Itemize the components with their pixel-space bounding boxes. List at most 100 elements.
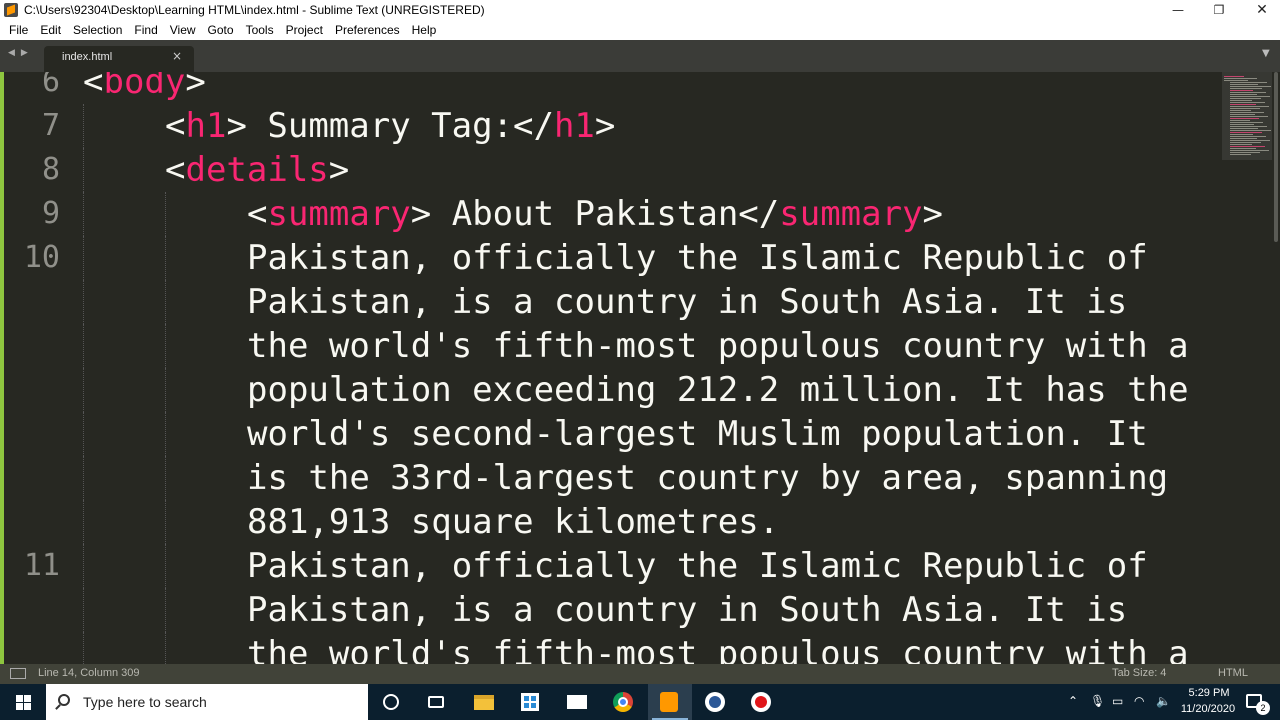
menu-bar: File Edit Selection Find View Goto Tools Projec…	[0, 20, 1280, 40]
tag-name-token: details	[185, 150, 329, 190]
indent-guide	[83, 192, 84, 236]
taskbar-search[interactable]: Type here to search	[46, 684, 368, 720]
tag-name-token: summary	[779, 194, 923, 234]
indent-guide	[165, 500, 166, 544]
minimap-line	[1224, 78, 1257, 79]
minimap-line	[1230, 138, 1257, 139]
code-line: 881,913 square kilometres.	[0, 500, 1220, 544]
menu-item-file[interactable]: File	[3, 23, 34, 37]
store-icon[interactable]	[517, 690, 543, 714]
scrollbar-thumb[interactable]	[1274, 72, 1278, 242]
code-line: Pakistan, is a country in South Asia. It…	[0, 280, 1220, 324]
code-text: the world's fifth-most populous country …	[247, 324, 1189, 368]
menu-item-goto[interactable]: Goto	[202, 23, 240, 37]
tab-bar: ◀ ▶ index.html × ▼	[0, 40, 1280, 72]
code-text: population exceeding 212.2 million. It h…	[247, 368, 1189, 412]
text-token: >	[594, 106, 616, 146]
minimap-line	[1224, 80, 1248, 81]
menu-item-find[interactable]: Find	[128, 23, 163, 37]
tab-index-html[interactable]: index.html ×	[44, 46, 194, 72]
panel-toggle-icon[interactable]	[10, 668, 26, 679]
code-line: is the 33rd-largest country by area, spa…	[0, 456, 1220, 500]
line-number: 11	[23, 548, 60, 583]
code-editor[interactable]: 6 <body> 7 <h1> Summary Tag:</h1> 8 <details>…	[0, 72, 1280, 664]
indent-guide	[165, 368, 166, 412]
text-token: >	[328, 150, 350, 190]
tab-size-selector[interactable]: Tab Size: 4	[1112, 667, 1166, 679]
sublime-text-taskbar-icon[interactable]	[656, 690, 682, 714]
file-explorer-icon[interactable]	[471, 690, 497, 714]
text-token: is the 33rd-largest country by area, spa…	[247, 458, 1169, 498]
menu-item-view[interactable]: View	[164, 23, 202, 37]
minimap-line	[1230, 100, 1252, 101]
wifi-icon[interactable]: ◠	[1134, 694, 1144, 708]
menu-item-preferences[interactable]: Preferences	[329, 23, 406, 37]
minimap-line	[1230, 116, 1268, 117]
mail-icon[interactable]	[564, 690, 590, 714]
menu-item-tools[interactable]: Tools	[240, 23, 280, 37]
menu-item-edit[interactable]: Edit	[34, 23, 67, 37]
tag-name-token: h1	[185, 106, 227, 146]
tag-name-token: body	[103, 72, 186, 102]
minimap-line	[1230, 84, 1258, 85]
menu-item-help[interactable]: Help	[406, 23, 443, 37]
cortana-icon[interactable]	[378, 690, 404, 714]
screen-recorder-icon[interactable]	[748, 690, 774, 714]
minimap-line	[1230, 152, 1260, 153]
text-token: > Summary Tag:</	[226, 106, 554, 146]
indent-guide	[165, 192, 166, 236]
menu-item-project[interactable]: Project	[280, 23, 329, 37]
line-number: 10	[23, 240, 60, 275]
speaker-icon[interactable]: 🔈	[1156, 694, 1171, 708]
tab-navigation: ◀ ▶	[8, 48, 34, 58]
word-icon[interactable]	[702, 690, 728, 714]
task-view-icon[interactable]	[423, 690, 449, 714]
text-token: population exceeding 212.2 million. It h…	[247, 370, 1189, 410]
minimap-line	[1230, 86, 1271, 87]
line-number: 6	[41, 72, 60, 99]
text-token: Pakistan, is a country in South Asia. It…	[247, 590, 1128, 630]
tab-dropdown-icon[interactable]: ▼	[1262, 48, 1270, 59]
minimap-line	[1230, 154, 1251, 155]
code-line: Pakistan, is a country in South Asia. It…	[0, 588, 1220, 632]
syntax-selector[interactable]: HTML	[1218, 667, 1248, 679]
indent-guide	[83, 412, 84, 456]
code-line: 7 <h1> Summary Tag:</h1>	[0, 104, 1220, 148]
chrome-icon[interactable]	[610, 690, 636, 714]
battery-icon[interactable]: ▭	[1112, 694, 1123, 708]
indent-guide	[83, 236, 84, 280]
close-button[interactable]: ✕	[1240, 0, 1280, 20]
text-token: <	[83, 72, 104, 102]
minimap-line	[1230, 132, 1262, 133]
minimap-line	[1230, 110, 1251, 111]
vertical-scrollbar[interactable]	[1274, 72, 1280, 664]
minimap[interactable]	[1222, 72, 1272, 162]
minimap-line	[1230, 134, 1253, 135]
clock-time[interactable]: 5:29 PM	[1186, 687, 1232, 699]
code-line: population exceeding 212.2 million. It h…	[0, 368, 1220, 412]
text-token: Pakistan, officially the Islamic Republi…	[247, 238, 1148, 278]
title-bar: C:\Users\92304\Desktop\Learning HTML\ind…	[0, 0, 1280, 20]
tab-nav-right-icon[interactable]: ▶	[21, 48, 30, 58]
code-text: is the 33rd-largest country by area, spa…	[247, 456, 1168, 500]
indent-guide	[165, 324, 166, 368]
minimap-line	[1230, 94, 1257, 95]
tab-close-icon[interactable]: ×	[172, 49, 182, 63]
code-line: 8 <details>	[0, 148, 1220, 192]
code-text: <summary> About Pakistan</summary>	[247, 192, 943, 236]
menu-item-selection[interactable]: Selection	[67, 23, 128, 37]
code-text: <h1> Summary Tag:</h1>	[165, 104, 615, 148]
microphone-icon[interactable]: 🎙	[1090, 694, 1105, 708]
chevron-up-icon[interactable]: ⌃	[1068, 694, 1078, 708]
maximize-button[interactable]: ❐	[1197, 0, 1241, 20]
tab-nav-left-icon[interactable]: ◀	[8, 48, 17, 58]
code-line: the world's fifth-most populous country …	[0, 324, 1220, 368]
minimap-line	[1230, 92, 1266, 93]
cursor-position: Line 14, Column 309	[38, 667, 140, 679]
code-text: <details>	[165, 148, 349, 192]
code-text: world's second-largest Muslim population…	[247, 412, 1148, 456]
minimize-button[interactable]: —	[1156, 0, 1200, 20]
start-button[interactable]	[0, 684, 46, 720]
clock-date[interactable]: 11/20/2020	[1176, 703, 1240, 715]
text-token: the world's fifth-most populous country …	[247, 634, 1189, 664]
